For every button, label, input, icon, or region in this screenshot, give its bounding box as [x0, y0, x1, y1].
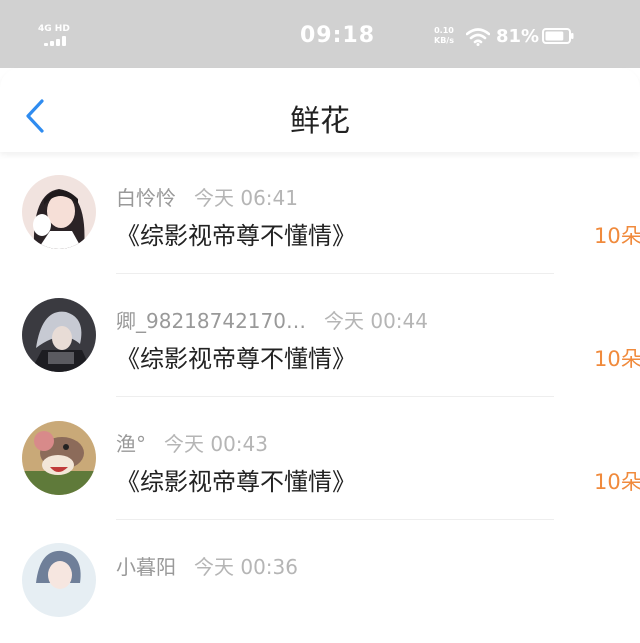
list-item[interactable]: 渔° 今天 00:43 《综影视帝尊不懂情》 10朵 — [0, 398, 640, 520]
divider — [116, 396, 554, 397]
sender-line: 渔° 今天 00:43 — [116, 428, 268, 457]
sender-name: 渔° — [116, 432, 146, 456]
list-item[interactable]: 小暮阳 今天 00:36 — [0, 521, 640, 643]
divider — [116, 519, 554, 520]
network-speed: 0.10 KB/s — [434, 26, 454, 46]
sender-line: 小暮阳 今天 00:36 — [116, 551, 298, 580]
battery-icon — [542, 28, 574, 44]
send-time: 今天 00:36 — [194, 555, 298, 579]
list-item[interactable]: 白怜怜 今天 06:41 《综影视帝尊不懂情》 10朵 — [0, 152, 640, 274]
network-speed-value: 0.10 — [434, 26, 454, 35]
sender-name: 卿_98218742170… — [116, 309, 306, 333]
battery-percentage: 81% — [496, 26, 540, 47]
send-time: 今天 06:41 — [194, 186, 298, 210]
wifi-icon — [466, 28, 490, 46]
cellular-signal-icon: 4G HD — [38, 24, 72, 48]
network-type: 4G HD — [38, 24, 70, 34]
nav-bar: 鲜花 — [0, 68, 640, 152]
network-speed-unit: KB/s — [434, 36, 454, 45]
send-time: 今天 00:43 — [164, 432, 268, 456]
page-title: 鲜花 — [290, 104, 350, 139]
book-title: 《综影视帝尊不懂情》 — [116, 468, 356, 496]
book-title: 《综影视帝尊不懂情》 — [116, 222, 356, 250]
list-item[interactable]: 卿_98218742170… 今天 00:44 《综影视帝尊不懂情》 10朵 — [0, 275, 640, 397]
sender-line: 卿_98218742170… 今天 00:44 — [116, 305, 428, 334]
divider — [116, 273, 554, 274]
flower-count: 10朵 — [594, 470, 640, 494]
flower-count: 10朵 — [594, 224, 640, 248]
sender-name: 白怜怜 — [116, 186, 176, 210]
avatar[interactable] — [22, 543, 96, 617]
sender-name: 小暮阳 — [116, 555, 176, 579]
status-bar: 4G HD 09:18 0.10 KB/s 81% — [0, 0, 640, 68]
avatar[interactable] — [22, 421, 96, 495]
flower-count: 10朵 — [594, 347, 640, 371]
avatar[interactable] — [22, 175, 96, 249]
book-title: 《综影视帝尊不懂情》 — [116, 345, 356, 373]
sender-line: 白怜怜 今天 06:41 — [116, 182, 298, 211]
clock: 09:18 — [300, 23, 376, 48]
send-time: 今天 00:44 — [323, 309, 428, 333]
avatar[interactable] — [22, 298, 96, 372]
